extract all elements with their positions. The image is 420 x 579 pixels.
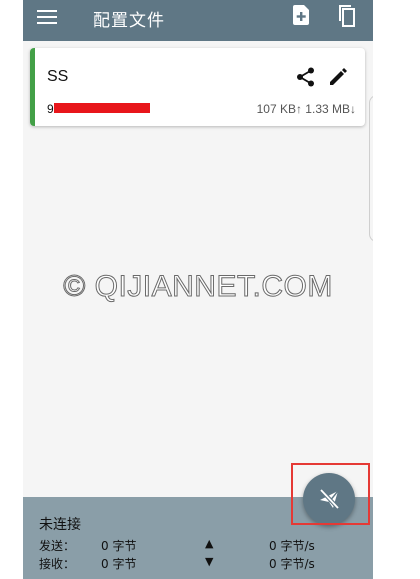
send-total: 0 字节 bbox=[101, 539, 137, 553]
watermark: © QIJIANNET.COM bbox=[63, 270, 333, 304]
active-indicator bbox=[30, 48, 35, 126]
highlight-box bbox=[291, 463, 370, 525]
menu-icon[interactable] bbox=[37, 9, 57, 25]
app-bar: 配置文件 bbox=[23, 0, 373, 41]
download-arrow-icon: ▼ bbox=[205, 555, 214, 568]
receive-label: 接收： bbox=[39, 557, 76, 571]
edit-icon[interactable] bbox=[328, 67, 348, 87]
add-file-icon[interactable] bbox=[293, 5, 311, 25]
redacted-address bbox=[54, 103, 150, 113]
drawer-handle[interactable] bbox=[369, 95, 373, 242]
connection-status: 未连接 bbox=[39, 517, 81, 533]
upload-arrow-icon: ▲ bbox=[205, 537, 214, 550]
page-title: 配置文件 bbox=[93, 11, 165, 31]
server-address: 9 bbox=[47, 102, 54, 116]
profile-card[interactable]: SS 9 107 KB↑ 1.33 MB↓ bbox=[30, 48, 365, 126]
profile-name: SS bbox=[47, 68, 69, 85]
receive-total: 0 字节 bbox=[101, 557, 137, 571]
receive-rate: 0 字节/s bbox=[269, 557, 315, 571]
copy-icon[interactable] bbox=[339, 5, 359, 27]
share-icon[interactable] bbox=[296, 67, 316, 87]
send-rate: 0 字节/s bbox=[269, 539, 315, 553]
send-label: 发送： bbox=[39, 539, 76, 553]
traffic-stats: 107 KB↑ 1.33 MB↓ bbox=[256, 102, 356, 116]
